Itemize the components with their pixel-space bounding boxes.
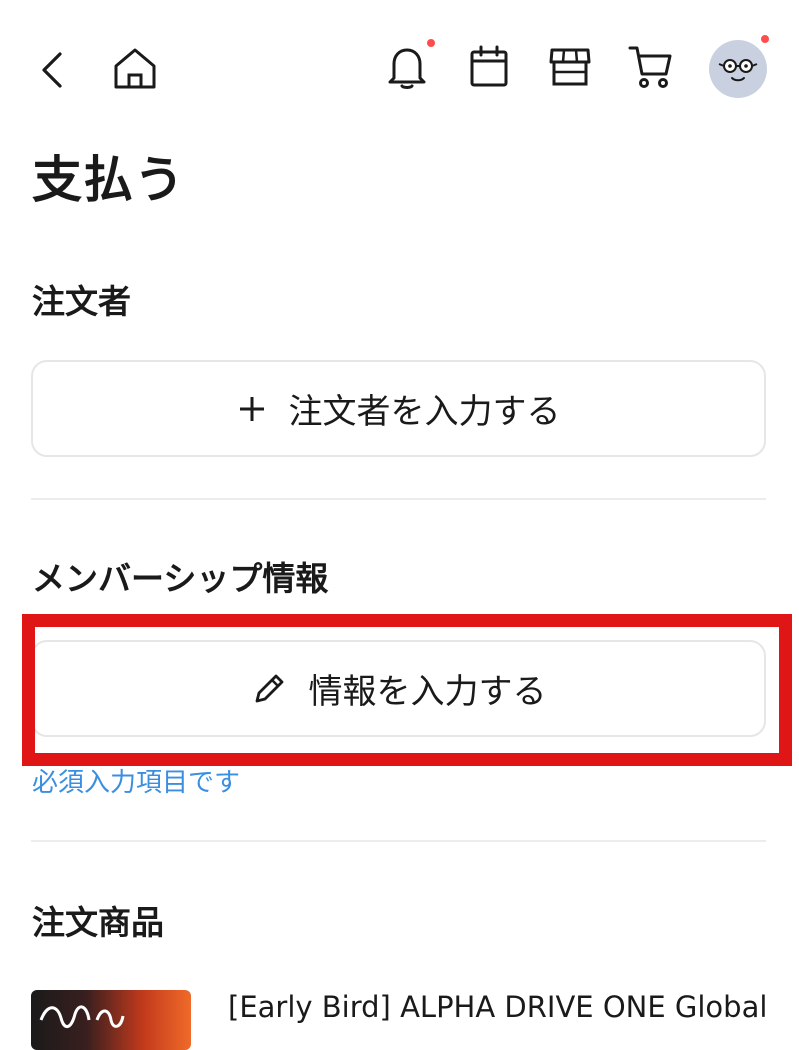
page-title: 支払う — [32, 151, 185, 209]
section-divider — [31, 840, 766, 842]
section-divider — [31, 498, 766, 500]
membership-section-title: メンバーシップ情報 — [32, 559, 329, 598]
bell-icon[interactable] — [386, 44, 428, 90]
plus-icon — [237, 394, 267, 424]
orderer-section-title: 注文者 — [32, 282, 131, 321]
add-orderer-button[interactable]: 注文者を入力する — [31, 360, 766, 457]
top-navigation-bar — [0, 0, 799, 140]
highlight-frame — [22, 614, 792, 766]
order-items-section-title: 注文商品 — [32, 903, 164, 942]
store-icon[interactable] — [548, 46, 592, 88]
product-thumbnail[interactable] — [31, 990, 191, 1050]
home-icon[interactable] — [112, 46, 158, 90]
back-icon[interactable] — [38, 50, 66, 90]
avatar-notification-dot — [761, 35, 769, 43]
calendar-icon[interactable] — [468, 44, 510, 88]
notification-dot — [427, 39, 435, 47]
avatar[interactable] — [709, 40, 767, 98]
add-orderer-button-label: 注文者を入力する — [288, 392, 561, 432]
cart-icon[interactable] — [628, 44, 674, 90]
product-name[interactable]: [Early Bird] ALPHA DRIVE ONE Global — [228, 990, 767, 1024]
required-field-note: 必須入力項目です — [32, 768, 241, 798]
